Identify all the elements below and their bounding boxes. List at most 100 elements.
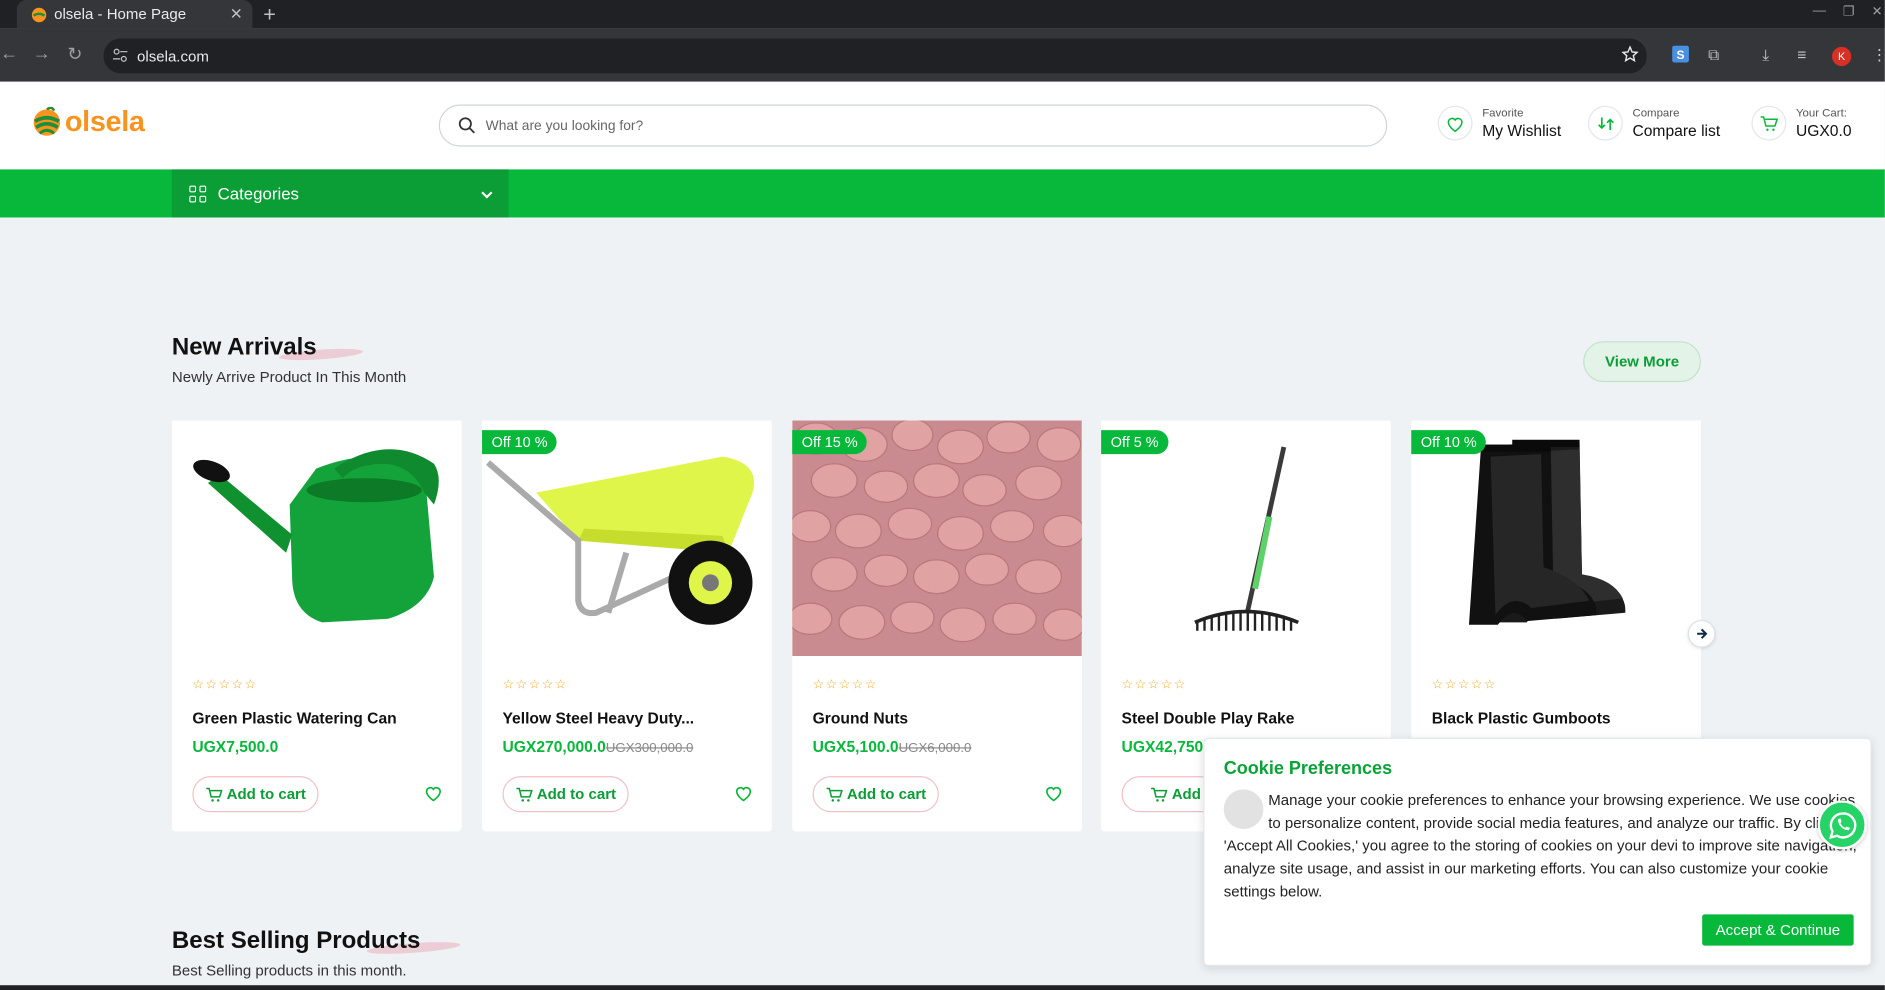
wishlist-link[interactable]: Favorite My Wishlist [1437,105,1562,141]
product-image[interactable] [792,420,1082,657]
new-arrivals-subtitle: Newly Arrive Product In This Month [171,368,407,386]
wishlist-heart-icon[interactable] [1045,785,1063,808]
product-image[interactable] [482,420,772,657]
address-toolbar: ← → ↻ olsela.com S ⧉ ⤓ ≡ K ⋮ [0,28,1885,82]
product-price: UGX270,000.0UGX300,000.0 [502,738,693,756]
site-header: olsela What are you looking for? Favorit… [0,81,1885,170]
browser-menu-icon[interactable]: ⋮ [1872,46,1885,65]
cookie-icon [1223,789,1264,830]
bookmark-star-icon[interactable] [1621,45,1639,69]
downloads-icon[interactable]: ⤓ [1762,46,1769,65]
extensions-puzzle-icon[interactable]: ⧉ [1708,46,1719,65]
add-to-cart-button[interactable]: Add to cart [192,776,319,813]
site-settings-icon[interactable] [112,47,129,67]
whatsapp-icon [1828,811,1856,839]
close-window-icon[interactable]: ✕ [1872,4,1883,19]
media-controls-icon[interactable]: ≡ [1797,46,1806,64]
product-price: UGX42,750 [1122,738,1204,756]
categories-dropdown[interactable]: Categories [171,169,509,218]
old-price: UGX300,000.0 [605,741,694,756]
add-to-cart-button[interactable]: Add to cart [502,776,629,813]
url-text: olsela.com [137,47,209,65]
browser-window: olsela - Home Page ✕ + — ❐ ✕ ← → ↻ olsel… [0,0,1885,990]
wishlist-heart-icon[interactable] [424,785,442,808]
wishlist-caption: Favorite [1482,106,1524,120]
taskbar-edge [0,985,1885,990]
wishlist-heart-icon[interactable] [734,785,752,808]
product-name[interactable]: Yellow Steel Heavy Duty... [502,709,694,727]
extension-s-icon[interactable]: S [1672,45,1689,66]
compare-link[interactable]: Compare Compare list [1587,105,1720,141]
svg-text:S: S [1677,48,1685,62]
rating-stars: ☆☆☆☆☆ [1431,677,1497,693]
search-input[interactable]: What are you looking for? [438,104,1388,147]
site-favicon-icon [31,7,47,23]
add-to-cart-label: Add to cart [846,785,927,803]
cookie-text: Manage your cookie preferences to enhanc… [1223,791,1857,900]
discount-badge: Off 10 % [482,430,558,455]
discount-badge: Off 15 % [792,430,868,455]
cart-link[interactable]: Your Cart: UGX0.0 [1751,105,1852,141]
whatsapp-chat-button[interactable] [1817,800,1867,850]
current-price: UGX5,100.0 [812,737,899,756]
discount-badge: Off 10 % [1411,430,1487,455]
product-name[interactable]: Green Plastic Watering Can [192,709,396,727]
category-bar: Categories [0,169,1885,218]
rake-image [1101,420,1391,657]
accept-cookies-button[interactable]: Accept & Continue [1702,914,1854,946]
compare-arrows-icon [1587,105,1623,141]
rating-stars: ☆☆☆☆☆ [192,677,258,693]
close-tab-icon[interactable]: ✕ [230,5,243,24]
logo-emblem-icon [33,106,61,136]
restore-icon[interactable]: ❐ [1843,4,1855,19]
best-selling-title: Best Selling Products [171,927,421,954]
heart-icon [1437,105,1473,141]
wishlist-label: My Wishlist [1482,120,1562,139]
current-price: UGX42,750 [1121,737,1204,756]
product-image[interactable] [171,420,462,657]
product-name[interactable]: Black Plastic Gumboots [1432,709,1611,727]
new-arrivals-title: New Arrivals [171,334,317,361]
product-card[interactable]: Off 15 % ☆☆☆☆☆ Ground Nuts UGX5,100.0UGX… [792,420,1082,832]
address-bar[interactable]: olsela.com [103,38,1647,74]
carousel-next-button[interactable] [1687,619,1716,648]
cart-caption: Your Cart: [1795,106,1847,120]
profile-avatar[interactable]: K [1832,46,1852,67]
cookie-body: Manage your cookie preferences to enhanc… [1223,789,1859,903]
browser-tab[interactable]: olsela - Home Page ✕ [16,0,253,29]
compare-caption: Compare [1632,106,1680,120]
forward-icon[interactable]: → [32,43,50,63]
grid-icon [189,184,207,202]
product-name[interactable]: Ground Nuts [813,709,908,727]
new-tab-icon[interactable]: + [263,2,276,27]
view-more-button[interactable]: View More [1583,341,1701,383]
add-to-cart-label: Add to cart [226,785,306,803]
rating-stars: ☆☆☆☆☆ [502,677,568,693]
search-placeholder: What are you looking for? [485,118,644,133]
rating-stars: ☆☆☆☆☆ [1121,677,1187,693]
categories-label: Categories [217,183,299,204]
product-price: UGX7,500.0 [192,738,278,756]
cart-total: UGX0.0 [1795,120,1852,139]
current-price: UGX270,000.0 [502,737,606,756]
wheelbarrow-image [482,420,772,657]
current-price: UGX7,500.0 [192,737,279,756]
cart-icon [1751,105,1787,141]
add-to-cart-button[interactable]: Add to cart [812,776,939,813]
product-name[interactable]: Steel Double Play Rake [1122,709,1295,727]
minimize-icon[interactable]: — [1813,4,1826,18]
product-card[interactable]: ☆☆☆☆☆ Green Plastic Watering Can UGX7,50… [171,420,462,832]
reload-icon[interactable]: ↻ [67,43,82,64]
tab-bar: olsela - Home Page ✕ + — ❐ ✕ [0,0,1885,29]
cart-icon [205,787,222,802]
product-image[interactable] [1101,420,1391,657]
back-icon[interactable]: ← [0,43,18,63]
product-image[interactable] [1411,420,1701,657]
site-logo[interactable]: olsela [32,106,145,140]
cookie-title: Cookie Preferences [1223,758,1393,779]
watering-can-image [171,420,462,657]
product-card[interactable]: Off 10 % ☆☆☆☆☆ Yellow Steel Heavy Duty..… [482,420,772,832]
arrow-right-icon [1697,628,1708,639]
cookie-consent-dialog: Cookie Preferences Manage your cookie pr… [1203,737,1872,967]
cart-icon [1150,787,1167,802]
